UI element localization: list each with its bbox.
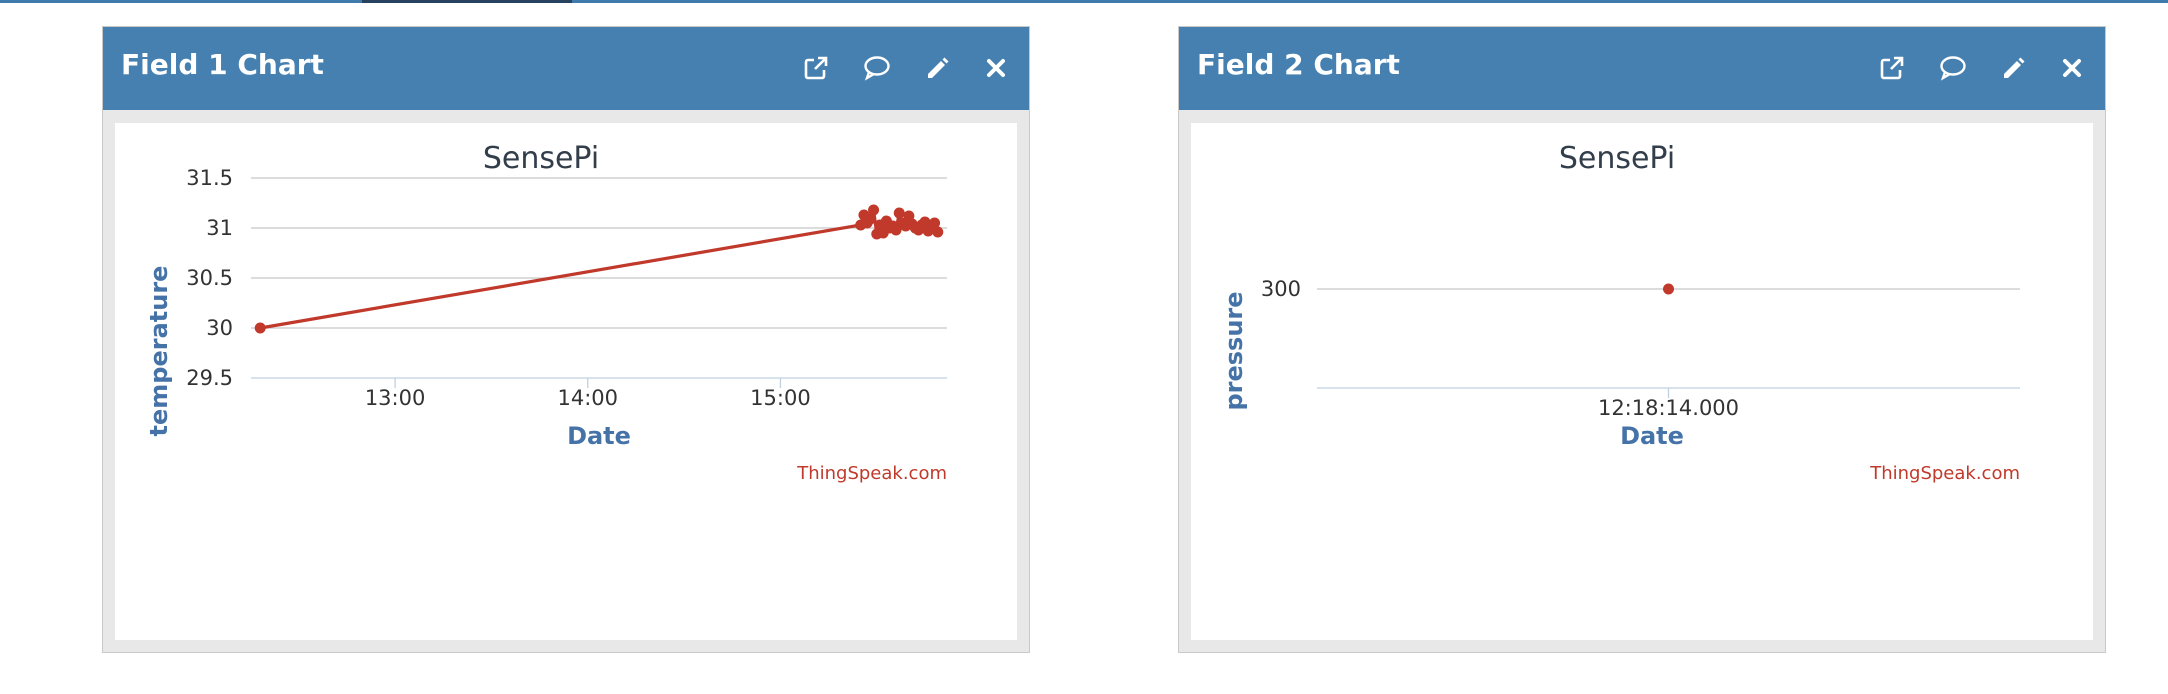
y-axis-title: pressure [1220, 291, 1248, 410]
data-point [1663, 283, 1674, 295]
y-tick-label: 30.5 [186, 266, 233, 290]
credits-link[interactable]: ThingSpeak.com [1869, 463, 2020, 484]
edit-button[interactable] [920, 51, 954, 85]
x-axis-title: Date [1620, 422, 1684, 450]
panel-header: Field 2 Chart [1179, 27, 2105, 110]
external-link-icon [1879, 55, 1905, 81]
comment-button[interactable] [860, 51, 894, 85]
credits-link[interactable]: ThingSpeak.com [796, 463, 947, 484]
data-point [893, 207, 905, 219]
y-tick-label: 31.5 [186, 166, 233, 190]
y-tick-label: 31 [206, 216, 233, 240]
external-link-button[interactable] [1875, 51, 1909, 85]
comment-icon [1939, 55, 1967, 81]
chart-area: SensePi 29.5 30 30.5 31 31.5 13:00 14:00 15:00… [115, 123, 1017, 640]
y-tick-label: 300 [1261, 277, 1301, 301]
pressure-chart: SensePi 300 12:18:14.000 pressure Date T… [1220, 141, 2020, 484]
close-icon [2061, 57, 2083, 79]
active-nav-indicator [362, 0, 572, 3]
edit-button[interactable] [1996, 51, 2030, 85]
y-tick-label: 30 [206, 316, 233, 340]
x-axis-title: Date [567, 422, 631, 450]
chart-title: SensePi [483, 141, 599, 176]
comment-button[interactable] [1936, 51, 1970, 85]
chart-area: SensePi 300 12:18:14.000 pressure Date T… [1191, 123, 2093, 640]
data-point [254, 322, 266, 334]
pencil-icon [924, 55, 950, 81]
temperature-chart: SensePi 29.5 30 30.5 31 31.5 13:00 14:00 15:00… [145, 141, 947, 484]
external-link-button[interactable] [799, 51, 833, 85]
field-1-chart-panel: Field 1 Chart SensePi 29.5 30 30.5 31 31… [102, 26, 1030, 653]
y-axis-title: temperature [145, 266, 173, 437]
panel-title: Field 1 Chart [121, 48, 324, 81]
x-tick-label: 12:18:14.000 [1598, 396, 1739, 420]
close-button[interactable] [979, 51, 1013, 85]
close-button[interactable] [2055, 51, 2089, 85]
x-tick-label: 14:00 [557, 386, 618, 410]
top-nav-bar [0, 0, 2168, 3]
comment-icon [863, 55, 891, 81]
x-tick-label: 13:00 [365, 386, 426, 410]
pencil-icon [2000, 55, 2026, 81]
panel-title: Field 2 Chart [1197, 48, 1400, 81]
chart-title: SensePi [1559, 141, 1675, 176]
y-tick-label: 29.5 [186, 366, 233, 390]
field-2-chart-panel: Field 2 Chart SensePi 300 12:18:14.000 p… [1178, 26, 2106, 653]
close-icon [985, 57, 1007, 79]
panel-header: Field 1 Chart [103, 27, 1029, 110]
data-point [868, 204, 880, 216]
external-link-icon [803, 55, 829, 81]
data-point [932, 226, 944, 238]
x-tick-label: 15:00 [750, 386, 811, 410]
